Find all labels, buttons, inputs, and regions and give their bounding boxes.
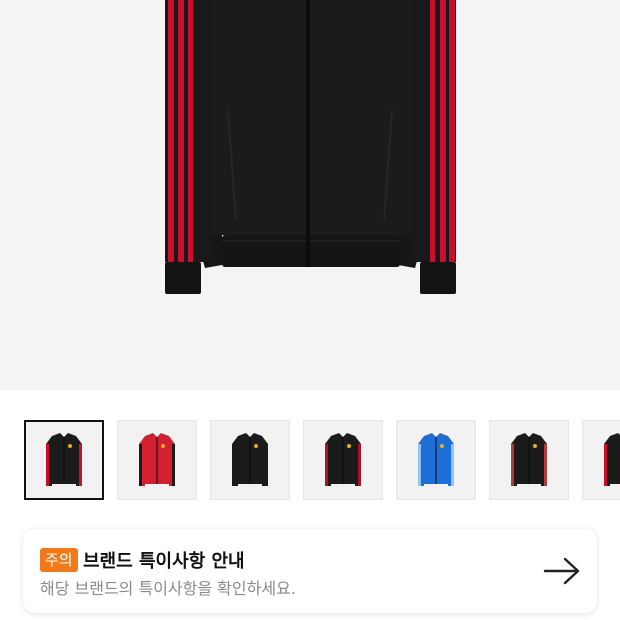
jacket-thumbnail-icon xyxy=(232,433,268,486)
jacket-thumbnail-icon xyxy=(418,433,454,486)
thumbnail-black-red-jacket-alt[interactable] xyxy=(303,420,383,500)
arrow-right-icon[interactable] xyxy=(543,555,581,587)
thumbnail-black-red-jacket[interactable] xyxy=(24,420,104,500)
thumbnail-black-gold-jacket[interactable] xyxy=(210,420,290,500)
notice-title: 브랜드 특이사항 안내 xyxy=(83,551,245,572)
notice-description: 해당 브랜드의 특이사항을 확인하세요. xyxy=(40,579,296,598)
thumbnail-black-jacket[interactable] xyxy=(582,420,620,500)
notice-badge: 주의 xyxy=(40,548,78,572)
jacket-thumbnail-icon xyxy=(325,433,361,486)
thumbnail-red-jacket[interactable] xyxy=(117,420,197,500)
thumbnail-strip xyxy=(24,420,620,500)
jacket-thumbnail-icon xyxy=(511,433,547,486)
thumbnail-blue-jacket[interactable] xyxy=(396,420,476,500)
jacket-thumbnail-icon xyxy=(139,433,175,486)
thumbnail-red-black-jacket[interactable] xyxy=(489,420,569,500)
product-main-image xyxy=(0,0,620,390)
jacket-image xyxy=(165,0,456,294)
jacket-thumbnail-icon xyxy=(46,433,82,486)
brand-notice-card[interactable]: 주의 브랜드 특이사항 안내 해당 브랜드의 특이사항을 확인하세요. xyxy=(23,529,597,613)
jacket-thumbnail-icon xyxy=(604,433,620,486)
